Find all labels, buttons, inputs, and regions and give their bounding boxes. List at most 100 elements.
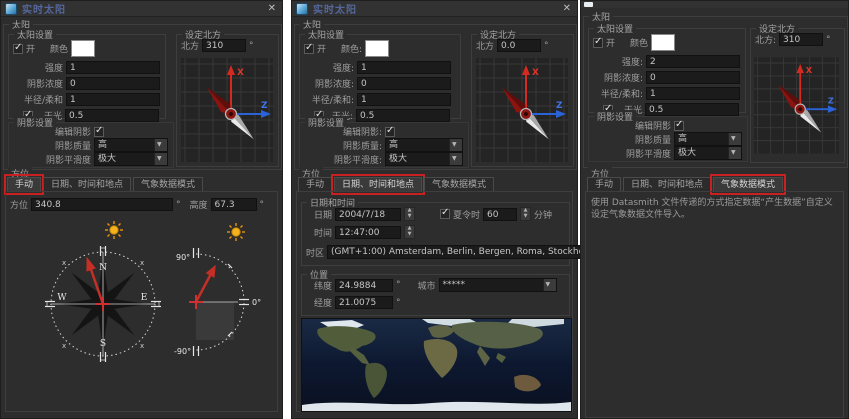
north-gizmo[interactable]: X Z	[754, 53, 839, 158]
north-field[interactable]: 0.0	[497, 39, 542, 52]
set-north-group: 设定北方 北方: 310 ° X Z	[750, 22, 845, 163]
shadow-quality-dropdown[interactable]: 高	[674, 132, 742, 146]
altitude-unit: °	[259, 199, 265, 210]
shadow-quality-label: 阴影质量	[634, 135, 671, 146]
intensity-field[interactable]: 1	[66, 61, 160, 74]
radius-soften-label: 半径/柔和:	[311, 96, 354, 106]
tab-date-time-location[interactable]: 日期、时间和地点	[623, 177, 712, 192]
world-map[interactable]	[301, 318, 572, 412]
window-title: 实时太阳	[313, 5, 357, 16]
sun-on-checkbox[interactable]	[593, 36, 603, 48]
sun-color-swatch[interactable]	[365, 40, 390, 57]
altitude-field[interactable]: 67.3	[210, 198, 257, 211]
azimuth-field[interactable]: 340.8	[31, 198, 174, 211]
timezone-label: 时区	[306, 248, 325, 259]
tab-manual[interactable]: 手动	[587, 177, 622, 192]
tab-weather-data-mode[interactable]: 气象数据模式	[710, 174, 787, 195]
shadow-smooth-label: 阴影平滑度	[625, 149, 671, 160]
sun-on-checkbox[interactable]	[13, 42, 23, 54]
elev-neg90-label: -90°	[174, 347, 191, 356]
date-spinner[interactable]	[404, 207, 415, 221]
shadow-smooth-label: 阴影平滑度:	[333, 155, 382, 166]
north-label: 北方:	[755, 36, 777, 46]
window-realtime-sun-left: 实时太阳 ✕ 太阳 太阳设置 开 颜色 强度 1 阴影浓度 0	[0, 0, 283, 419]
north-field[interactable]: 310	[202, 39, 247, 52]
shadow-density-field[interactable]: 0	[646, 71, 740, 84]
shadow-smooth-dropdown[interactable]: 极大	[674, 146, 742, 160]
svg-text:x: x	[140, 259, 144, 267]
radius-soften-field[interactable]: 1	[66, 93, 160, 106]
shadow-smooth-dropdown[interactable]: 极大	[94, 152, 168, 166]
chevron-down-icon	[728, 147, 741, 159]
close-icon[interactable]: ✕	[561, 3, 573, 14]
north-unit: °	[826, 34, 831, 45]
shadow-quality-dropdown[interactable]: 高	[94, 138, 168, 152]
date-field[interactable]: 2004/7/18	[335, 207, 401, 221]
sun-icon	[227, 223, 245, 241]
city-dropdown[interactable]: *****	[438, 278, 557, 292]
altitude-dial[interactable]: 90° 0° -90°	[174, 214, 274, 370]
screenshot-stage: 实时太阳 ✕ 太阳 太阳设置 开 颜色 强度 1 阴影浓度 0	[0, 0, 849, 419]
intensity-field[interactable]: 1	[357, 61, 451, 74]
orientation-group: 方位 手动 日期、时间和地点 气象数据模式 方位 340.8 ° 高度 67.3…	[3, 167, 280, 415]
tab-date-time-location[interactable]: 日期、时间和地点	[43, 177, 132, 192]
edit-shadow-label: 编辑阴影	[54, 128, 91, 138]
sun-color-swatch[interactable]	[71, 40, 96, 57]
window-title: 实时太阳	[22, 5, 66, 16]
latitude-field[interactable]: 24.9884	[335, 278, 393, 292]
time-field[interactable]: 12:47:00	[335, 225, 401, 239]
shadow-quality-dropdown[interactable]: 高	[385, 138, 463, 152]
orientation-group: 方位 手动 日期、时间和地点 气象数据模式 使用 Datasmith 文件传递的…	[583, 167, 846, 418]
dst-checkbox[interactable]	[440, 207, 450, 219]
azimuth-label: 方位	[10, 201, 29, 211]
chevron-down-icon	[542, 279, 556, 291]
tab-weather-data-mode[interactable]: 气象数据模式	[424, 177, 495, 192]
edit-shadow-checkbox[interactable]	[94, 125, 104, 137]
tab-manual[interactable]: 手动	[298, 177, 333, 192]
sun-on-label: 开	[606, 39, 616, 49]
intensity-field[interactable]: 2	[646, 55, 740, 68]
skylight-field[interactable]: 0.5	[645, 103, 739, 116]
north-label: 北方	[181, 42, 200, 52]
shadow-density-field[interactable]: 0	[357, 77, 451, 90]
sun-color-swatch[interactable]	[651, 34, 676, 51]
tab-manual[interactable]: 手动	[3, 174, 45, 195]
sun-settings-group: 太阳设置 开 颜色: 强度: 1 阴影浓度: 0 半径/柔和: 1	[299, 28, 461, 122]
svg-text:x: x	[62, 259, 66, 267]
compass-s-label: S	[100, 339, 106, 349]
skylight-field[interactable]: 0.5	[356, 109, 450, 122]
time-spinner[interactable]	[404, 225, 415, 239]
titlebar[interactable]: 实时太阳 ✕	[292, 1, 577, 17]
azimuth-compass-dial[interactable]: x x x x N W E S	[38, 214, 173, 370]
radius-soften-field[interactable]: 1	[646, 87, 740, 100]
north-field[interactable]: 310	[779, 33, 824, 46]
skylight-field[interactable]: 0.5	[65, 109, 159, 122]
manual-tab-content: 方位 340.8 ° 高度 67.3 ° x x x x N W E S 90°…	[5, 191, 278, 412]
orientation-tabs: 手动 日期、时间和地点 气象数据模式	[587, 174, 787, 195]
sun-group: 太阳 太阳设置 开 颜色 强度 1 阴影浓度 0 半径/柔	[3, 18, 282, 170]
north-unit: °	[249, 40, 254, 51]
sun-on-checkbox[interactable]	[304, 42, 314, 54]
titlebar[interactable]: 实时太阳 ✕	[1, 1, 282, 17]
chevron-down-icon	[154, 139, 167, 151]
edit-shadow-checkbox[interactable]	[385, 125, 395, 137]
shadow-density-field[interactable]: 0	[66, 77, 160, 90]
dst-spinner[interactable]	[520, 207, 532, 221]
radius-soften-field[interactable]: 1	[357, 93, 451, 106]
azimuth-unit: °	[176, 199, 181, 210]
elev-90-label: 90°	[176, 253, 190, 262]
close-icon[interactable]: ✕	[266, 3, 278, 14]
dst-field[interactable]: 60	[483, 207, 518, 221]
north-gizmo[interactable]: X Z	[476, 58, 568, 162]
tab-weather-data-mode[interactable]: 气象数据模式	[133, 177, 204, 192]
dst-unit-label: 分钟	[534, 210, 553, 221]
north-gizmo[interactable]: X Z	[181, 58, 273, 162]
svg-text:x: x	[140, 342, 144, 350]
longitude-field[interactable]: 21.0075	[335, 296, 393, 309]
spin-down-icon	[405, 232, 414, 238]
edit-shadow-checkbox[interactable]	[674, 119, 684, 131]
tab-date-time-location[interactable]: 日期、时间和地点	[331, 174, 426, 195]
shadow-settings-group: 阴影设置 编辑阴影 阴影质量 高 阴影平滑度 极大	[588, 110, 748, 162]
shadow-smooth-dropdown[interactable]: 极大	[385, 152, 463, 166]
svg-text:Z: Z	[261, 101, 268, 111]
